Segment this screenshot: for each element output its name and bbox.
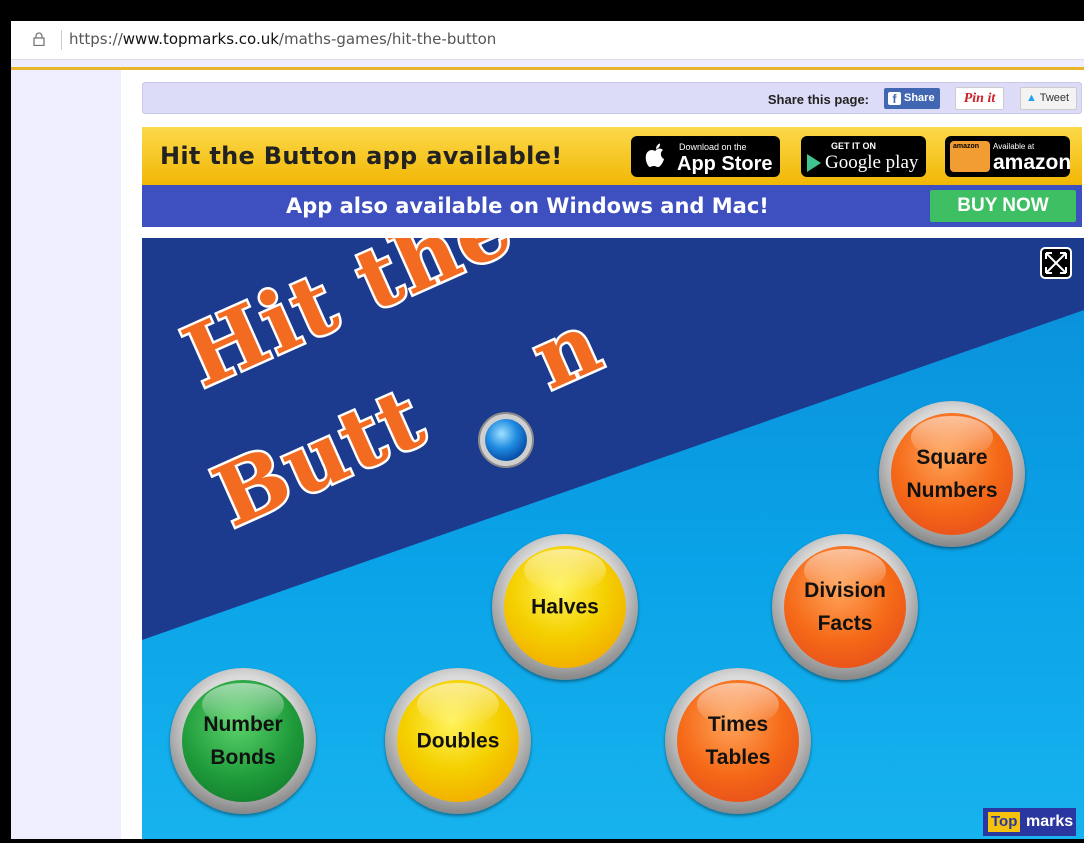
apple-icon <box>645 143 664 167</box>
url-text[interactable]: https://www.topmarks.co.uk/maths-games/h… <box>69 30 496 48</box>
button-gloss <box>417 682 499 727</box>
topmarks-logo-top: Top <box>988 812 1021 832</box>
number-bonds-button[interactable]: Number Bonds <box>170 668 316 814</box>
button-label: Times Tables <box>705 713 771 769</box>
amazon-big-text: amazon <box>993 151 1072 174</box>
app-store-small-text: Download on the <box>679 142 747 152</box>
tweet-button[interactable]: ▲ Tweet <box>1020 87 1077 110</box>
button-label: Halves <box>531 595 599 619</box>
left-margin <box>11 70 121 839</box>
times-tables-button[interactable]: Times Tables <box>665 668 811 814</box>
division-facts-button[interactable]: Division Facts <box>772 534 918 680</box>
topmarks-logo-marks: marks <box>1026 813 1074 830</box>
platform-banner: App also available on Windows and Mac! B… <box>142 185 1082 227</box>
halves-button[interactable]: Halves <box>492 534 638 680</box>
lock-icon <box>33 32 45 46</box>
app-banner: Hit the Button app available! Download o… <box>142 127 1082 185</box>
share-label: Share this page: <box>767 92 869 107</box>
url-prefix: https:// <box>69 30 123 48</box>
url-path: /maths-games/hit-the-button <box>278 30 497 48</box>
address-bar[interactable]: https://www.topmarks.co.uk/maths-games/h… <box>11 21 1084 60</box>
google-play-badge[interactable]: GET IT ON Google play <box>801 136 926 177</box>
button-label: Square Numbers <box>906 446 998 502</box>
amazon-icon-label: amazon <box>953 143 980 150</box>
google-play-small-text: GET IT ON <box>831 141 876 151</box>
app-store-badge[interactable]: Download on the App Store <box>631 136 780 177</box>
tweet-label: Tweet <box>1039 92 1070 104</box>
button-label: Doubles <box>416 729 500 753</box>
amazon-badge[interactable]: amazon Available at amazon <box>945 136 1072 177</box>
platform-banner-title: App also available on Windows and Mac! <box>286 194 769 218</box>
google-play-icon <box>807 154 821 172</box>
browser-window: https://www.topmarks.co.uk/maths-games/h… <box>11 21 1084 839</box>
fullscreen-icon[interactable] <box>1040 247 1072 279</box>
facebook-icon: f <box>888 92 901 106</box>
topmarks-logo[interactable]: Top marks <box>983 808 1076 836</box>
address-divider <box>61 30 62 50</box>
twitter-bird-icon: ▲ <box>1026 92 1037 104</box>
google-play-big-text: Google play <box>825 152 919 173</box>
button-label: Number Bonds <box>203 713 283 769</box>
square-numbers-button[interactable]: Square Numbers <box>879 401 1025 547</box>
url-domain: www.topmarks.co.uk <box>122 30 279 48</box>
facebook-share-label: Share <box>904 92 935 104</box>
facebook-share-button[interactable]: f Share <box>884 88 940 109</box>
amazon-app-icon: amazon <box>950 141 990 172</box>
doubles-button[interactable]: Doubles <box>385 668 531 814</box>
share-bar: Share this page: f Share Pin it ▲ Tweet <box>142 82 1082 114</box>
button-label: Division Facts <box>804 579 886 635</box>
amazon-small-text: Available at <box>993 142 1035 151</box>
button-gloss <box>524 548 606 593</box>
pinterest-button[interactable]: Pin it <box>955 87 1004 110</box>
buy-now-button[interactable]: BUY NOW <box>930 190 1076 222</box>
app-banner-title: Hit the Button app available! <box>160 142 563 170</box>
game-canvas[interactable]: Hit the Butt n Square Numbers Division F… <box>142 238 1084 839</box>
app-store-big-text: App Store <box>677 153 773 175</box>
